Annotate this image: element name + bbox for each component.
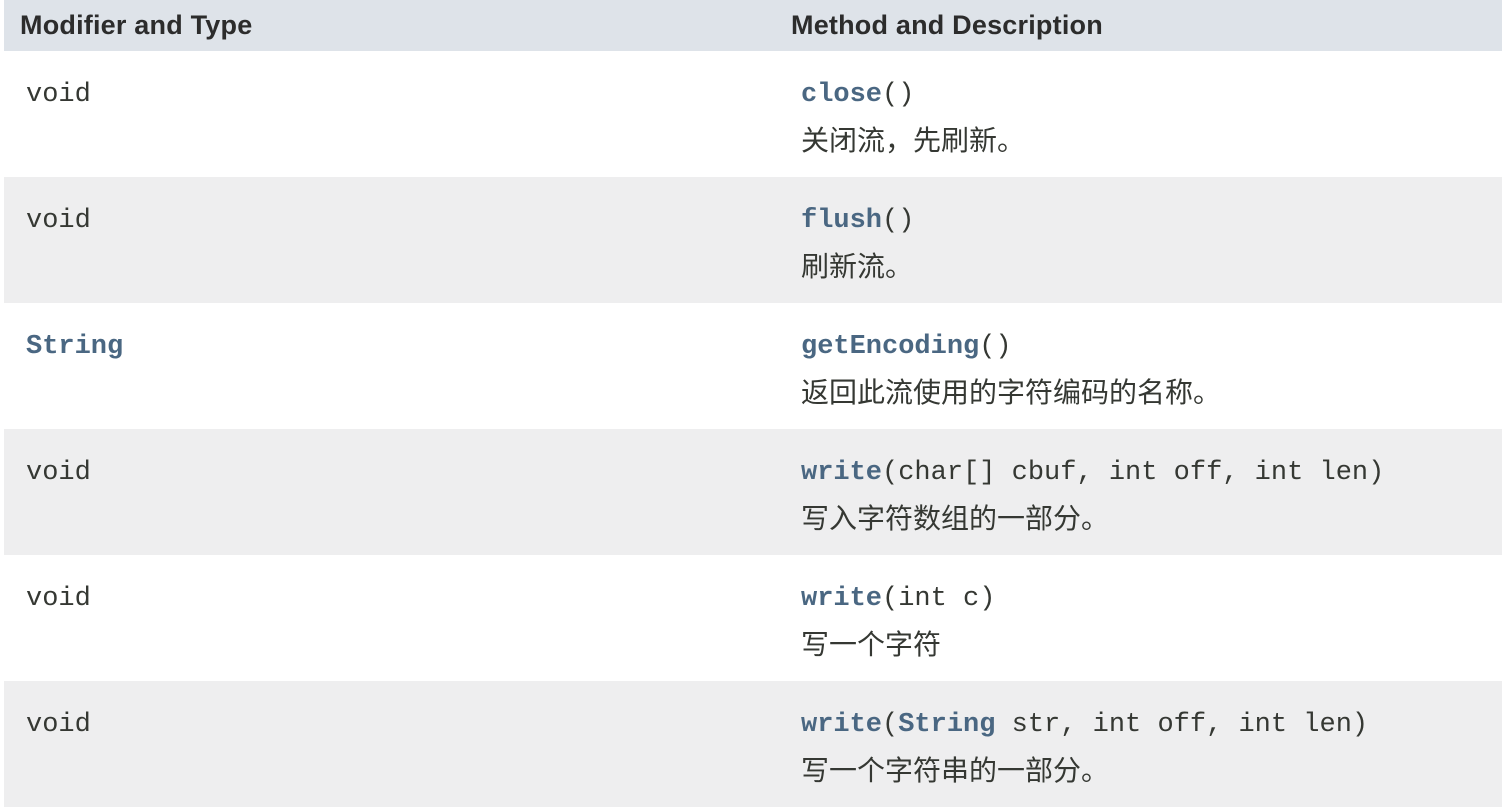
param-type-link-string[interactable]: String (898, 710, 995, 740)
header-method-description: Method and Description (777, 10, 1502, 41)
table-row: String getEncoding() 返回此流使用的字符编码的名称。 (4, 303, 1502, 429)
method-signature: write(char[] cbuf, int off, int len) (801, 457, 1502, 489)
table-row: void write(String str, int off, int len)… (4, 681, 1502, 807)
method-cell: flush() 刷新流。 (777, 177, 1502, 303)
method-params-open: ( (882, 710, 899, 740)
method-params: (char[] cbuf, int off, int len) (882, 458, 1385, 488)
method-cell: write(int c) 写一个字符 (777, 555, 1502, 681)
header-modifier-type-label: Modifier and Type (20, 10, 253, 40)
method-signature: flush() (801, 205, 1502, 237)
return-type: void (26, 206, 91, 236)
method-link-close[interactable]: close (801, 80, 882, 110)
method-cell: getEncoding() 返回此流使用的字符编码的名称。 (777, 303, 1502, 429)
method-description: 返回此流使用的字符编码的名称。 (801, 376, 1222, 409)
method-signature: write(String str, int off, int len) (801, 709, 1502, 741)
return-type: void (26, 80, 91, 110)
method-link-write-int[interactable]: write (801, 584, 882, 614)
method-description: 写一个字符串的一部分。 (801, 754, 1110, 787)
method-link-flush[interactable]: flush (801, 206, 882, 236)
method-link-getencoding[interactable]: getEncoding (801, 332, 979, 362)
modifier-type-cell: void (4, 51, 777, 177)
method-signature: close() (801, 79, 1502, 111)
table-row: void close() 关闭流，先刷新。 (4, 51, 1502, 177)
table-row: void write(int c) 写一个字符 (4, 555, 1502, 681)
return-type-link-string[interactable]: String (26, 332, 123, 362)
modifier-type-cell: void (4, 429, 777, 555)
modifier-type-cell: String (4, 303, 777, 429)
table-header: Modifier and Type Method and Description (4, 0, 1502, 51)
modifier-type-cell: void (4, 555, 777, 681)
method-link-write-char-array[interactable]: write (801, 458, 882, 488)
method-params: (int c) (882, 584, 996, 614)
return-type: void (26, 710, 91, 740)
method-params-rest: str, int off, int len) (995, 710, 1369, 740)
method-signature: getEncoding() (801, 331, 1502, 363)
header-modifier-type: Modifier and Type (4, 10, 777, 41)
table-row: void flush() 刷新流。 (4, 177, 1502, 303)
method-cell: write(char[] cbuf, int off, int len) 写入字… (777, 429, 1502, 555)
header-method-description-label: Method and Description (791, 10, 1103, 40)
method-description: 写一个字符 (801, 628, 942, 661)
modifier-type-cell: void (4, 177, 777, 303)
method-summary-table: Modifier and Type Method and Description… (4, 0, 1502, 807)
method-params: () (979, 332, 1012, 362)
return-type: void (26, 458, 91, 488)
method-cell: close() 关闭流，先刷新。 (777, 51, 1502, 177)
method-description: 关闭流，先刷新。 (801, 124, 1026, 157)
method-description: 写入字符数组的一部分。 (801, 502, 1110, 535)
return-type: void (26, 584, 91, 614)
method-description: 刷新流。 (801, 250, 914, 283)
method-params: () (882, 80, 915, 110)
method-signature: write(int c) (801, 583, 1502, 615)
method-link-write-string[interactable]: write (801, 710, 882, 740)
method-params: () (882, 206, 915, 236)
table-row: void write(char[] cbuf, int off, int len… (4, 429, 1502, 555)
modifier-type-cell: void (4, 681, 777, 807)
method-cell: write(String str, int off, int len) 写一个字… (777, 681, 1502, 807)
